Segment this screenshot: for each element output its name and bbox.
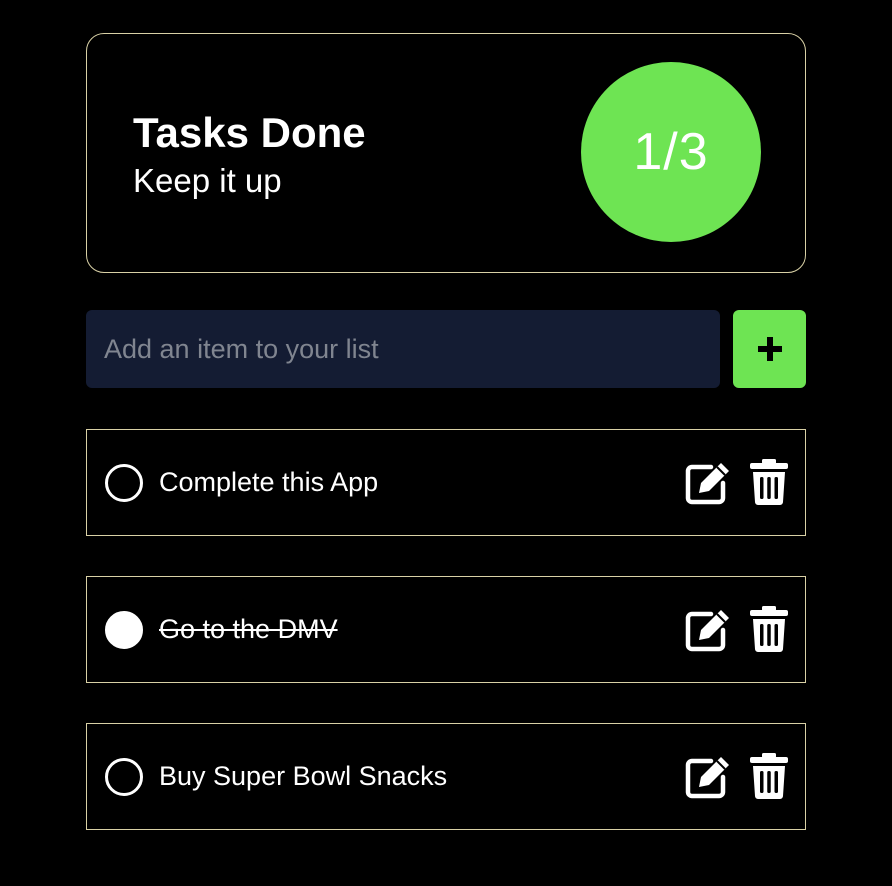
task-checkbox[interactable] xyxy=(105,758,143,796)
trash-icon xyxy=(750,459,788,505)
task-item: Go to the DMV xyxy=(86,576,806,683)
todo-app: Tasks Done Keep it up 1/3 Complete this … xyxy=(86,33,806,870)
edit-task-button[interactable] xyxy=(685,461,731,505)
add-item-row xyxy=(86,310,806,388)
task-label: Buy Super Bowl Snacks xyxy=(159,761,448,791)
trash-icon xyxy=(750,606,788,652)
add-item-button[interactable] xyxy=(733,310,806,388)
edit-icon xyxy=(685,610,729,652)
task-checkbox[interactable] xyxy=(105,464,143,502)
delete-task-button[interactable] xyxy=(749,605,789,653)
edit-task-button[interactable] xyxy=(685,755,731,799)
task-list: Complete this App Go to the DMV Buy Supe… xyxy=(86,429,806,830)
task-item: Buy Super Bowl Snacks xyxy=(86,723,806,830)
delete-task-button[interactable] xyxy=(749,752,789,800)
task-checkbox-checked[interactable] xyxy=(105,611,143,649)
task-item: Complete this App xyxy=(86,429,806,536)
task-label: Go to the DMV xyxy=(159,614,338,644)
delete-task-button[interactable] xyxy=(749,458,789,506)
summary-title: Tasks Done xyxy=(133,109,366,156)
add-item-input[interactable] xyxy=(86,310,720,388)
edit-icon xyxy=(685,463,729,505)
plus-icon xyxy=(757,337,782,361)
trash-icon xyxy=(750,753,788,799)
summary-subtitle: Keep it up xyxy=(133,162,282,199)
task-label: Complete this App xyxy=(159,467,379,497)
progress-circle: 1/3 xyxy=(581,62,761,242)
progress-count: 1/3 xyxy=(633,123,709,181)
edit-task-button[interactable] xyxy=(685,608,731,652)
edit-icon xyxy=(685,757,729,799)
summary-text: Tasks Done Keep it up xyxy=(133,108,366,200)
progress-summary-card: Tasks Done Keep it up 1/3 xyxy=(86,33,806,273)
